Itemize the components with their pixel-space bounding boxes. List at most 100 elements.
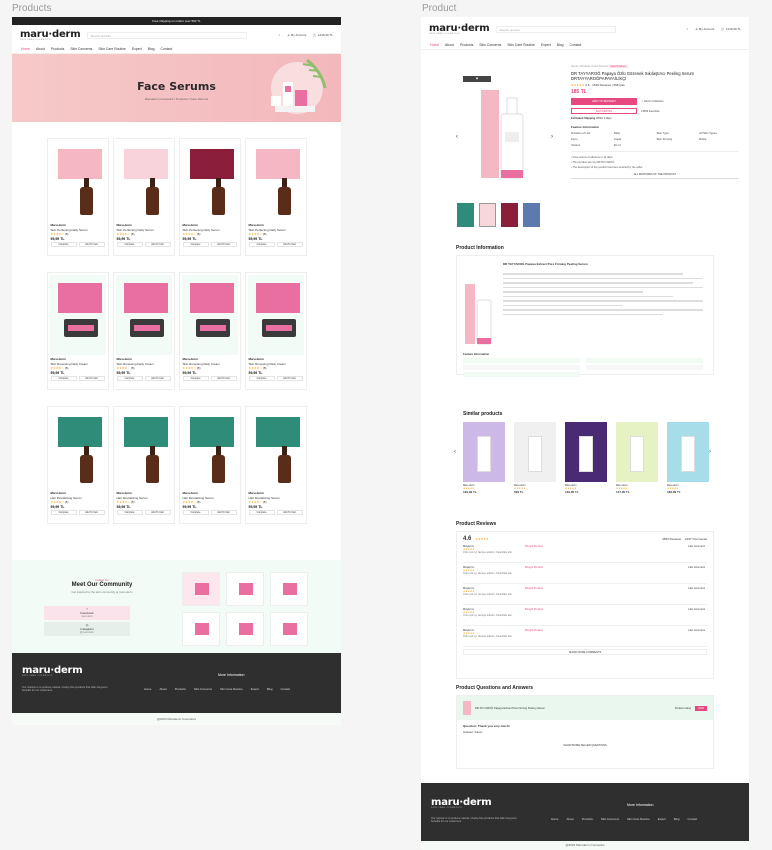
- community-photo[interactable]: [182, 612, 220, 646]
- like-comment-button[interactable]: Like Comment: [688, 566, 705, 569]
- footer-link[interactable]: Skin Care Routine: [627, 817, 650, 821]
- product-card[interactable]: Maru.derm Skin Perfecting Daily Serum ★★★★…: [178, 138, 241, 256]
- nav-item[interactable]: About: [445, 43, 454, 47]
- cart-link[interactable]: 🛒 1249,99 TL: [313, 33, 333, 37]
- footer-link[interactable]: About: [566, 817, 573, 821]
- nav-item[interactable]: Home: [430, 43, 439, 47]
- cart-link[interactable]: 🛒 1249,99 TL: [721, 27, 741, 31]
- nav-item[interactable]: About: [36, 47, 45, 51]
- compare-button[interactable]: Compare: [248, 242, 275, 247]
- footer-link[interactable]: Products: [175, 687, 186, 691]
- compare-button[interactable]: Compare: [248, 376, 275, 381]
- thumbnail[interactable]: [479, 203, 496, 227]
- similar-prev-arrow[interactable]: ‹: [454, 449, 456, 455]
- compare-button[interactable]: Compare: [182, 376, 209, 381]
- add-to-cart-button[interactable]: Add To Cart: [276, 510, 303, 515]
- nav-item[interactable]: Blog: [148, 47, 155, 51]
- nav-item[interactable]: Contact: [161, 47, 173, 51]
- thumbnail[interactable]: [501, 203, 518, 227]
- footer-link[interactable]: About: [159, 687, 166, 691]
- account-link[interactable]: ♙ My Account: [287, 33, 306, 37]
- footer-link[interactable]: Skin Concerns: [194, 687, 212, 691]
- gallery-next-arrow[interactable]: ›: [551, 134, 553, 140]
- show-more-questions-button[interactable]: SHOW MORE SELLER QUESTIONS: [457, 744, 713, 747]
- facebook-link[interactable]: f Facebook maru.derm: [44, 606, 130, 620]
- community-photo[interactable]: [226, 612, 264, 646]
- add-to-cart-button[interactable]: Add To Cart: [276, 376, 303, 381]
- compare-button[interactable]: Compare: [116, 510, 143, 515]
- search-input[interactable]: Search product: [495, 25, 616, 33]
- favourites-button[interactable]: FAVOURITES: [571, 108, 637, 114]
- add-to-cart-button[interactable]: Add To Cart: [144, 510, 171, 515]
- compare-button[interactable]: Compare: [50, 510, 77, 515]
- like-comment-button[interactable]: Like Comment: [688, 545, 705, 548]
- product-card[interactable]: Maru.derm Hair Revitalizing Serum ★★★★☆ (8…: [244, 406, 307, 524]
- compare-button[interactable]: Compare: [182, 242, 209, 247]
- footer-link[interactable]: Contact: [280, 687, 290, 691]
- footer-link[interactable]: Expert: [251, 687, 259, 691]
- nav-item[interactable]: Skin Care Routine: [98, 47, 126, 51]
- gallery-prev-arrow[interactable]: ‹: [456, 134, 458, 140]
- add-to-cart-button[interactable]: Add To Cart: [78, 376, 105, 381]
- add-to-cart-button[interactable]: Add To Cart: [276, 242, 303, 247]
- compare-button[interactable]: Compare: [116, 376, 143, 381]
- product-card[interactable]: Maru.derm Hair Revitalizing Serum ★★★★☆ (8…: [112, 406, 175, 524]
- instagram-link[interactable]: ◎ Instagram @maru.derm: [44, 622, 130, 636]
- footer-link[interactable]: Blog: [674, 817, 680, 821]
- community-photo[interactable]: [270, 572, 308, 606]
- account-link[interactable]: ♙ My Account: [695, 27, 714, 31]
- compare-button[interactable]: Compare: [50, 242, 77, 247]
- show-more-comments-button[interactable]: SHOW MORE COMMENTS: [463, 649, 707, 655]
- product-card[interactable]: Maru.derm Skin Renewing Daily Cream ★★★★☆ …: [46, 272, 109, 390]
- similar-product-card[interactable]: Maru.derm ★★★★★ 147,90 TL: [616, 422, 658, 494]
- search-icon[interactable]: ⌕: [687, 27, 689, 31]
- product-card[interactable]: Maru.derm Hair Revitalizing Serum ★★★★☆ (8…: [178, 406, 241, 524]
- footer-link[interactable]: Contact: [687, 817, 697, 821]
- product-card[interactable]: Maru.derm Skin Perfecting Daily Serum ★★★★…: [244, 138, 307, 256]
- similar-next-arrow[interactable]: ›: [709, 449, 711, 455]
- footer-link[interactable]: Skin Concerns: [601, 817, 619, 821]
- footer-link[interactable]: Blog: [267, 687, 273, 691]
- footer-link[interactable]: Products: [582, 817, 593, 821]
- nav-item[interactable]: Products: [460, 43, 473, 47]
- footer-link[interactable]: Home: [551, 817, 558, 821]
- product-card[interactable]: Maru.derm Skin Perfecting Daily Serum ★★★★…: [46, 138, 109, 256]
- similar-product-card[interactable]: Maru.derm ★★★★★ 199,99 TL: [463, 422, 505, 494]
- community-photo[interactable]: [226, 572, 264, 606]
- add-to-cart-button[interactable]: Add To Cart: [78, 242, 105, 247]
- product-card[interactable]: Maru.derm Skin Perfecting Daily Serum ★★★★…: [112, 138, 175, 256]
- nav-item[interactable]: Skin Concerns: [70, 47, 92, 51]
- add-to-cart-button[interactable]: Add To Cart: [144, 376, 171, 381]
- nav-item[interactable]: Products: [51, 47, 64, 51]
- compare-button[interactable]: Compare: [182, 510, 209, 515]
- compare-tag[interactable]: ▣: [463, 76, 491, 82]
- thumbnail[interactable]: [523, 203, 540, 227]
- like-comment-button[interactable]: Like Comment: [688, 608, 705, 611]
- footer-link[interactable]: Skin Care Routine: [220, 687, 243, 691]
- product-card[interactable]: Maru.derm Hair Revitalizing Serum ★★★★☆ (8…: [46, 406, 109, 524]
- compare-button[interactable]: Compare: [50, 376, 77, 381]
- add-to-cart-button[interactable]: Add To Cart: [144, 242, 171, 247]
- product-card[interactable]: Maru.derm Skin Renewing Daily Cream ★★★★☆ …: [112, 272, 175, 390]
- nav-item[interactable]: Expert: [132, 47, 142, 51]
- thumbnail[interactable]: [457, 203, 474, 227]
- similar-product-card[interactable]: Maru.derm ★★★★★ 189,99 TL: [667, 422, 709, 494]
- footer-link[interactable]: Home: [144, 687, 151, 691]
- questions-link[interactable]: 298 Qas: [613, 83, 624, 87]
- product-card[interactable]: Maru.derm Skin Renewing Daily Cream ★★★★☆ …: [244, 272, 307, 390]
- community-photo[interactable]: [270, 612, 308, 646]
- nav-item[interactable]: Home: [21, 47, 30, 51]
- nav-item[interactable]: Contact: [570, 43, 582, 47]
- compare-button[interactable]: Compare: [116, 242, 143, 247]
- like-comment-button[interactable]: Like Comment: [688, 587, 705, 590]
- add-to-cart-button[interactable]: Add To Cart: [78, 510, 105, 515]
- product-card[interactable]: Maru.derm Skin Renewing Daily Cream ★★★★☆ …: [178, 272, 241, 390]
- like-comment-button[interactable]: Like Comment: [688, 629, 705, 632]
- add-to-cart-button[interactable]: Add To Cart: [210, 510, 237, 515]
- logo[interactable]: maru·derm SKIN CARE COSMETICS: [20, 29, 81, 41]
- footer-link[interactable]: Expert: [658, 817, 666, 821]
- search-icon[interactable]: ⌕: [279, 33, 281, 37]
- logo[interactable]: maru·derm SKIN CARE COSMETICS: [429, 23, 490, 35]
- nav-item[interactable]: Skin Concerns: [479, 43, 501, 47]
- add-to-basket-button[interactable]: ADD TO BASKET: [571, 98, 637, 105]
